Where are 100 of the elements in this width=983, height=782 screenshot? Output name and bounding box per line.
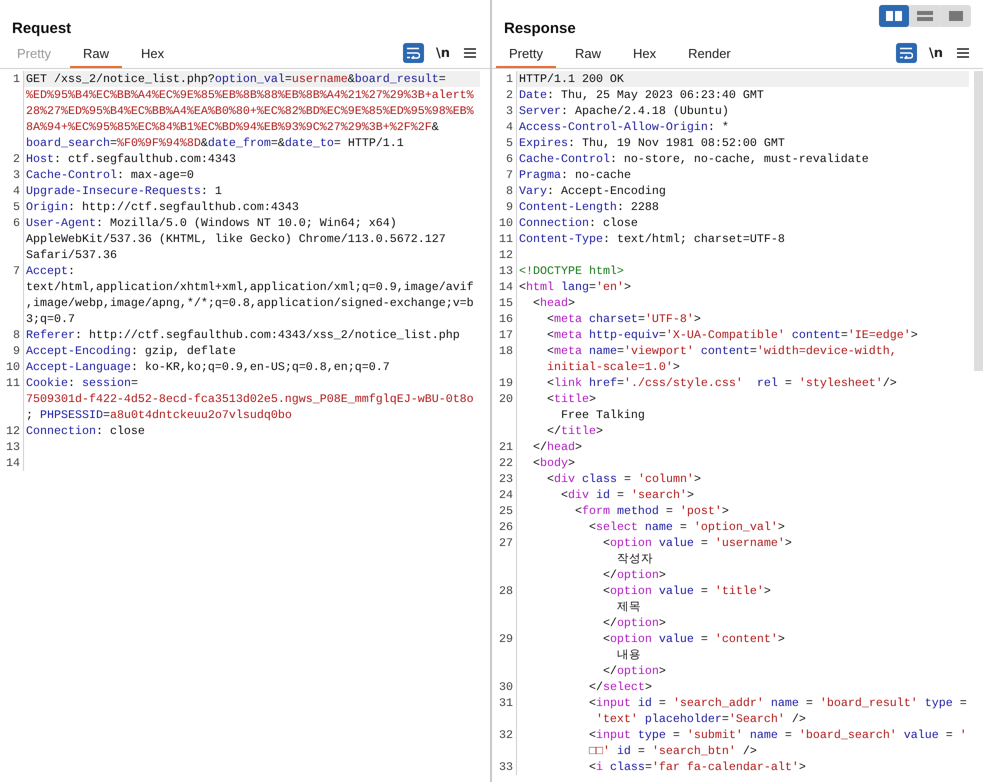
code-line: </option> <box>602 568 666 582</box>
code-line: <i class='far fa-calendar-alt'> <box>588 760 806 774</box>
line-number: 6 <box>506 152 513 166</box>
tab[interactable]: Hex <box>620 41 670 68</box>
code-line: GET /xss_2/notice_list.php?option_val=username&board_result= <box>26 72 446 86</box>
newline-toggle[interactable]: \n <box>928 46 943 60</box>
newline-toggle[interactable]: \n <box>436 46 450 60</box>
wrap-button[interactable] <box>896 43 917 63</box>
code-line: 8A%94+%EC%95%85%EC%84%B1%EC%BD%94%EB%93%9C%27%29%3B+%2F%2F& <box>26 120 439 134</box>
line-number: 30 <box>499 680 513 694</box>
line-number: 10 <box>499 216 513 230</box>
code-line: <select name = 'option_val'> <box>588 520 785 534</box>
line-number: 33 <box>499 760 513 774</box>
code-line: </select> <box>588 680 652 694</box>
line-number: 26 <box>499 520 513 534</box>
code-line: Accept-Encoding: gzip, deflate <box>26 344 236 358</box>
code-line: <form method = 'post'> <box>574 504 729 518</box>
line-number: 5 <box>13 200 20 214</box>
scrollbar-thumb[interactable] <box>974 71 983 371</box>
line-number: 9 <box>506 200 513 214</box>
code-line: Safari/537.36 <box>26 248 117 262</box>
code-line: Cache-Control: max-age=0 <box>26 168 194 182</box>
tab[interactable]: Render <box>675 41 744 68</box>
code-line: <meta http-equiv='X-UA-Compatible' content='IE=edge'> <box>546 328 918 342</box>
line-number: 28 <box>499 584 513 598</box>
code-line: Host: ctf.segfaulthub.com:4343 <box>26 152 236 166</box>
code-line: <option value = 'username'> <box>602 536 792 550</box>
line-number: 12 <box>6 424 20 438</box>
code-line: Referer: http://ctf.segfaulthub.com:4343/xss_2/notice_list.php <box>26 328 460 342</box>
layout-toggle[interactable] <box>879 5 909 27</box>
code-line: </title> <box>546 424 603 438</box>
line-number: 7 <box>13 264 20 278</box>
line-number: 9 <box>13 344 20 358</box>
code-line: Pragma: no-cache <box>519 168 631 182</box>
tab[interactable]: Hex <box>128 41 178 68</box>
layout-toggle[interactable] <box>910 5 940 27</box>
code-line: <link href='./css/style.css' rel = 'stylesheet'/> <box>546 376 897 390</box>
line-number: 6 <box>13 216 20 230</box>
code-line: <!DOCTYPE html> <box>519 264 624 278</box>
code-line: %ED%95%B4%EC%BB%A4%EC%9E%85%EB%8B%88%EB%8B%A4%21%27%29%3B+alert% <box>26 88 474 102</box>
tab[interactable]: Pretty <box>496 41 556 68</box>
code-line: <body> <box>532 456 575 470</box>
line-number: 14 <box>499 280 513 294</box>
code-line: 7509301d-f422-4d52-8ecd-fca3513d02e5.ngws_P08E_mmfglqEJ-wBU-0t8o <box>26 392 474 406</box>
line-number: 5 <box>506 136 513 150</box>
code-line: Free Talking <box>560 408 645 422</box>
tab[interactable]: Raw <box>562 41 614 68</box>
code-line: </head> <box>532 440 582 454</box>
menu-button[interactable] <box>955 46 971 60</box>
code-line: Expires: Thu, 19 Nov 1981 08:52:00 GMT <box>519 136 785 150</box>
code-line: ,image/webp,image/apng,*/*;q=0.8,application/signed-exchange;v=b <box>26 296 474 310</box>
code-line: HTTP/1.1 200 OK <box>519 72 624 86</box>
code-line: Connection: close <box>26 424 145 438</box>
line-number: 10 <box>6 360 20 374</box>
line-number: 21 <box>499 440 513 454</box>
code-line: Vary: Accept-Encoding <box>519 184 666 198</box>
line-number: 24 <box>499 488 513 502</box>
line-number: 27 <box>499 536 513 550</box>
code-line: 3;q=0.7 <box>26 312 75 326</box>
code-line: initial-scale=1.0'> <box>546 360 680 374</box>
code-line: 작성자 <box>616 552 653 566</box>
code-line: board_search=%F0%9F%94%8D&date_from=&date_to= HTTP/1.1 <box>26 136 404 150</box>
code-line: <html lang='en'> <box>519 280 631 294</box>
line-number: 17 <box>499 328 513 342</box>
code-line: </option> <box>602 616 666 630</box>
code-line: Access-Control-Allow-Origin: * <box>519 120 729 134</box>
menu-button[interactable] <box>462 46 478 60</box>
code-line: Cookie: session= <box>26 376 138 390</box>
wrap-button[interactable] <box>402 43 424 63</box>
line-number: 8 <box>506 184 513 198</box>
layout-single-icon <box>948 11 964 21</box>
code-line: Upgrade-Insecure-Requests: 1 <box>26 184 222 198</box>
line-number: 12 <box>499 248 513 262</box>
layout-toggle[interactable] <box>941 5 971 27</box>
panel-title: Response <box>504 19 576 39</box>
line-number: 19 <box>499 376 513 390</box>
tab[interactable]: Raw <box>70 41 122 68</box>
line-number: 2 <box>13 152 20 166</box>
code-line: Date: Thu, 25 May 2023 06:23:40 GMT <box>519 88 764 102</box>
code-line: 'text' placeholder='Search' /> <box>594 712 806 726</box>
code-line: Content-Length: 2288 <box>519 200 659 214</box>
line-number: 14 <box>6 456 20 470</box>
menu-icon <box>957 48 969 58</box>
line-number: 11 <box>499 232 513 246</box>
code-line: Accept: <box>26 264 75 278</box>
code-line: text/html,application/xhtml+xml,application/xml;q=0.9,image/avif <box>26 280 474 294</box>
line-number: 31 <box>499 696 513 710</box>
code-line: 제목 <box>616 600 641 614</box>
layout-columns-icon <box>886 11 902 21</box>
code-line: <input id = 'search_addr' name = 'board_result' type = <box>588 696 967 710</box>
code-line: 내용 <box>616 648 641 662</box>
line-number: 1 <box>506 72 513 86</box>
code-line: <meta name='viewport' content='width=device-width, <box>546 344 897 358</box>
line-number: 13 <box>499 264 513 278</box>
line-number: 2 <box>506 88 513 102</box>
line-number: 20 <box>499 392 513 406</box>
code-line: Origin: http://ctf.segfaulthub.com:4343 <box>26 200 299 214</box>
code-line: AppleWebKit/537.36 (KHTML, like Gecko) Chrome/113.0.5672.127 <box>26 232 446 246</box>
line-number: 18 <box>499 344 513 358</box>
panel-title: Request <box>12 19 72 39</box>
